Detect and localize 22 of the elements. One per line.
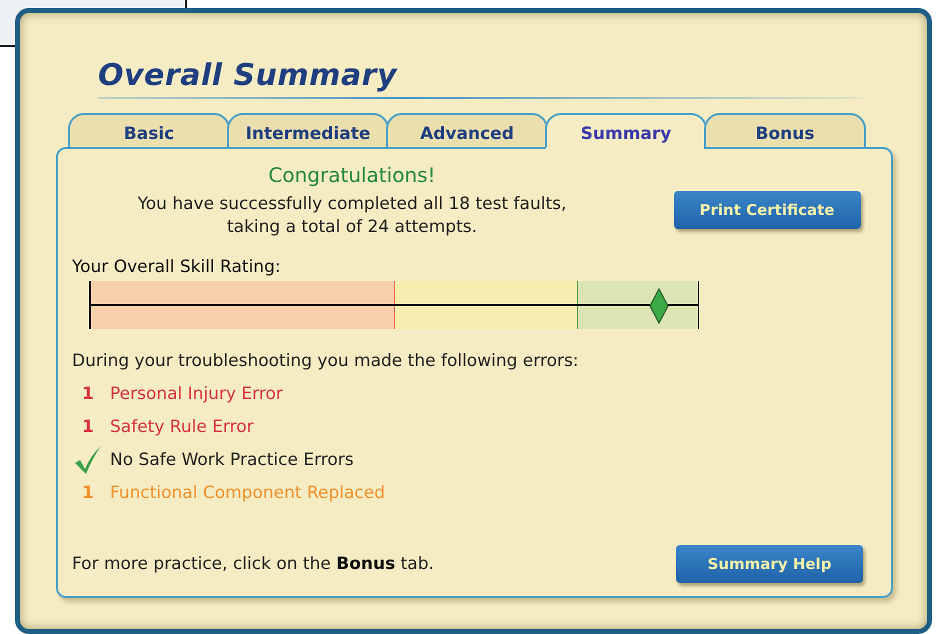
error-label: Safety Rule Error [110,417,254,437]
error-label: No Safe Work Practice Errors [110,450,354,470]
tab[interactable]: Bonus [704,113,866,149]
tab[interactable]: Summary [545,113,707,149]
tab[interactable]: Advanced [386,113,548,149]
window-title: Overall Summary [98,58,398,93]
error-count: 1 [82,384,95,404]
error-count: 1 [82,483,95,503]
error-label: Personal Injury Error [110,384,283,404]
checkmark-icon [74,445,102,475]
result-message: taking a total of 24 attempts. [226,216,478,239]
rating-label: Your Overall Skill Rating: [72,257,282,277]
tab[interactable]: Intermediate [227,113,389,149]
congratulations-heading: Congratulations! [268,163,436,187]
summary-help-button[interactable]: Summary Help [676,545,863,583]
error-count: 1 [82,417,95,437]
errors-intro: During your troubleshooting you made the following errors: [72,351,580,371]
error-label: Functional Component Replaced [110,483,385,503]
bonus-hint: For more practice, click on the Bonus tab. [72,554,434,574]
tab[interactable]: Basic [68,113,230,149]
print-certificate-button[interactable]: Print Certificate [674,191,860,229]
result-message: You have successfully completed all 18 test faults, [138,193,566,216]
